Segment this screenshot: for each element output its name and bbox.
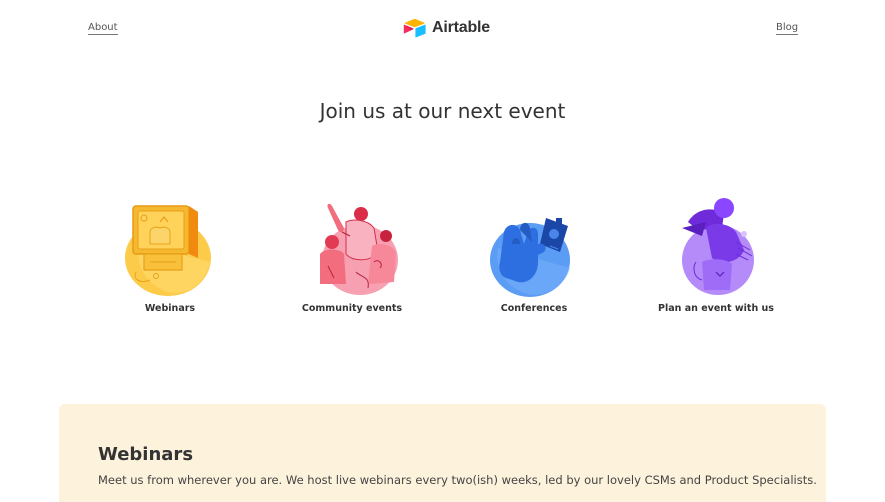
event-card-label: Community events <box>301 303 403 314</box>
webinars-illustration-icon <box>125 205 211 296</box>
event-card-community-events[interactable]: Community events <box>277 192 427 314</box>
event-card-label: Conferences <box>500 303 568 314</box>
airtable-logo[interactable]: Airtable <box>403 18 490 38</box>
community-illustration-icon <box>320 203 398 295</box>
event-card-webinars[interactable]: Webinars <box>95 192 245 314</box>
logo-wordmark: Airtable <box>432 19 490 36</box>
conferences-illustration-icon <box>490 218 570 297</box>
event-card-plan-event[interactable]: Plan an event with us <box>641 192 791 314</box>
event-card-label: Webinars <box>144 303 196 314</box>
event-card-label: Plan an event with us <box>658 303 774 314</box>
section-title: Webinars <box>98 444 194 465</box>
nav-about-link[interactable]: About <box>88 22 118 35</box>
webinars-section: Webinars Meet us from wherever you are. … <box>59 404 826 502</box>
page-headline: Join us at our next event <box>319 99 566 123</box>
airtable-logo-icon <box>403 18 426 38</box>
plan-event-illustration-icon <box>682 198 754 295</box>
nav-blog-link[interactable]: Blog <box>776 22 799 35</box>
event-card-conferences[interactable]: Conferences <box>459 192 609 314</box>
section-description: Meet us from wherever you are. We host l… <box>98 473 817 487</box>
